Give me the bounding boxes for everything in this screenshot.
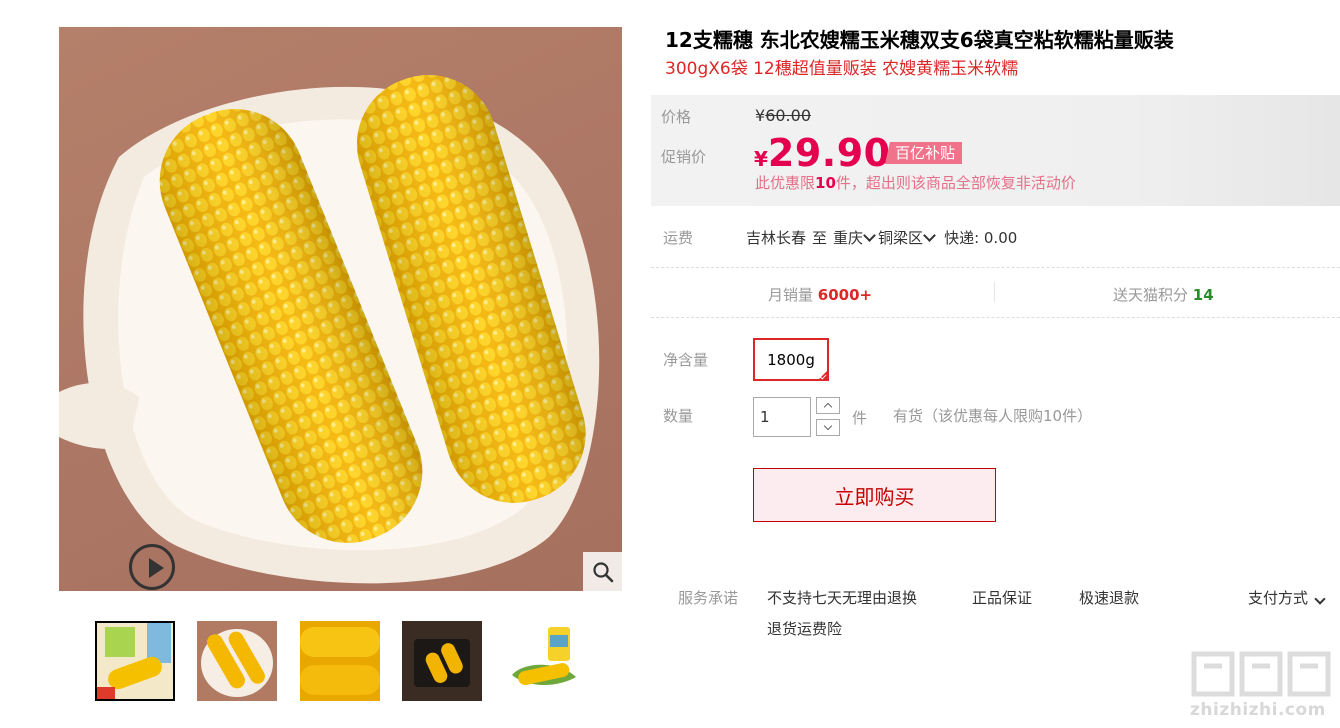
play-video-button[interactable] [129,544,175,590]
stock-status: 有货（该优惠每人限购10件） [893,407,1093,425]
price-box: 价格 ¥60.00 促销价 ¥29.90 百亿补贴 此优惠限10件，超出则该商品… [651,95,1340,206]
main-product-image[interactable] [59,27,622,591]
subsidy-badge: 百亿补贴 [885,142,963,164]
thumbnail-image [504,621,584,701]
zoom-icon [592,561,613,582]
thumbnail-image [197,621,277,701]
product-title: 12支糯穗 东北农嫂糯玉米穗双支6袋真空粘软糯粘量贩装 [665,28,1174,52]
watermark-text: zhizhizhi.com [1190,700,1326,720]
divider [994,282,995,302]
original-price-label: 价格 [661,108,692,126]
sales-stats: 月销量 6000+ 送天猫积分 14 [651,268,1340,318]
chevron-down-icon [1314,593,1326,605]
monthly-sales: 月销量 6000+ [768,284,872,305]
thumbnail-5[interactable] [504,621,584,701]
tmall-points: 送天猫积分 14 [1113,284,1214,305]
tmall-points-label: 送天猫积分 [1113,286,1189,304]
thumbnail-image [402,621,482,701]
thumbnail-3[interactable] [300,621,380,701]
zoom-button[interactable] [583,552,622,591]
monthly-sales-label: 月销量 [768,286,814,304]
promo-limit-note: 此优惠限10件，超出则该商品全部恢复非活动价 [755,172,1076,193]
thumbnail-image [300,621,380,701]
original-price-value: 60.00 [765,106,811,125]
service-item[interactable]: 正品保证 [972,587,1032,608]
chevron-down-icon [823,421,833,431]
quantity-input[interactable] [753,397,811,437]
check-icon [819,372,827,380]
thumbnail-2[interactable] [197,621,277,701]
currency-symbol: ¥ [754,147,768,171]
district-selector[interactable]: 铜梁区 [878,227,938,248]
express-fee: 快递: 0.00 [944,229,1018,247]
city-selector[interactable]: 重庆 [833,227,878,248]
payment-methods[interactable]: 支付方式 [1248,587,1328,608]
quantity-label: 数量 [663,407,694,425]
quantity-unit: 件 [852,409,868,427]
limit-note-count: 10 [815,174,836,192]
chevron-down-icon [863,229,876,242]
divider [651,317,1340,318]
currency-symbol: ¥ [755,106,766,125]
promo-price: ¥29.90 [754,131,891,175]
payment-label: 支付方式 [1248,589,1309,607]
product-subtitle: 300gX6袋 12穗超值量贩装 农嫂黄糯玉米软糯 [665,59,1019,79]
option-1800g[interactable]: 1800g [753,338,829,381]
limit-note-prefix: 此优惠限 [755,174,816,192]
corn-photo [59,74,600,584]
shipping-origin: 吉林长春 [746,229,807,247]
original-price: ¥60.00 [755,106,811,125]
monthly-sales-value: 6000+ [817,286,873,304]
service-item[interactable]: 不支持七天无理由退换 [767,587,917,608]
promo-price-label: 促销价 [661,148,707,166]
thumbnail-1[interactable] [95,621,175,701]
chevron-up-icon [823,402,833,412]
thumbnail-image [97,623,173,699]
option-label: 1800g [767,350,815,369]
city-value: 重庆 [833,229,864,247]
chevron-down-icon [923,229,936,242]
buy-now-button[interactable]: 立即购买 [753,468,996,522]
district-value: 铜梁区 [878,229,924,247]
promo-price-value: 29.90 [767,131,891,175]
service-item[interactable]: 退货运费险 [767,618,842,639]
net-weight-label: 净含量 [663,351,709,369]
quantity-decrease-button[interactable] [816,419,840,436]
shipping-to: 至 [812,229,828,247]
thumbnail-4[interactable] [402,621,482,701]
quantity-increase-button[interactable] [816,397,840,414]
shipping-label: 运费 [663,229,694,247]
service-item[interactable]: 极速退款 [1079,587,1139,608]
tmall-points-value: 14 [1192,286,1214,304]
service-label: 服务承诺 [678,589,739,607]
limit-note-suffix: 件，超出则该商品全部恢复非活动价 [835,174,1076,192]
